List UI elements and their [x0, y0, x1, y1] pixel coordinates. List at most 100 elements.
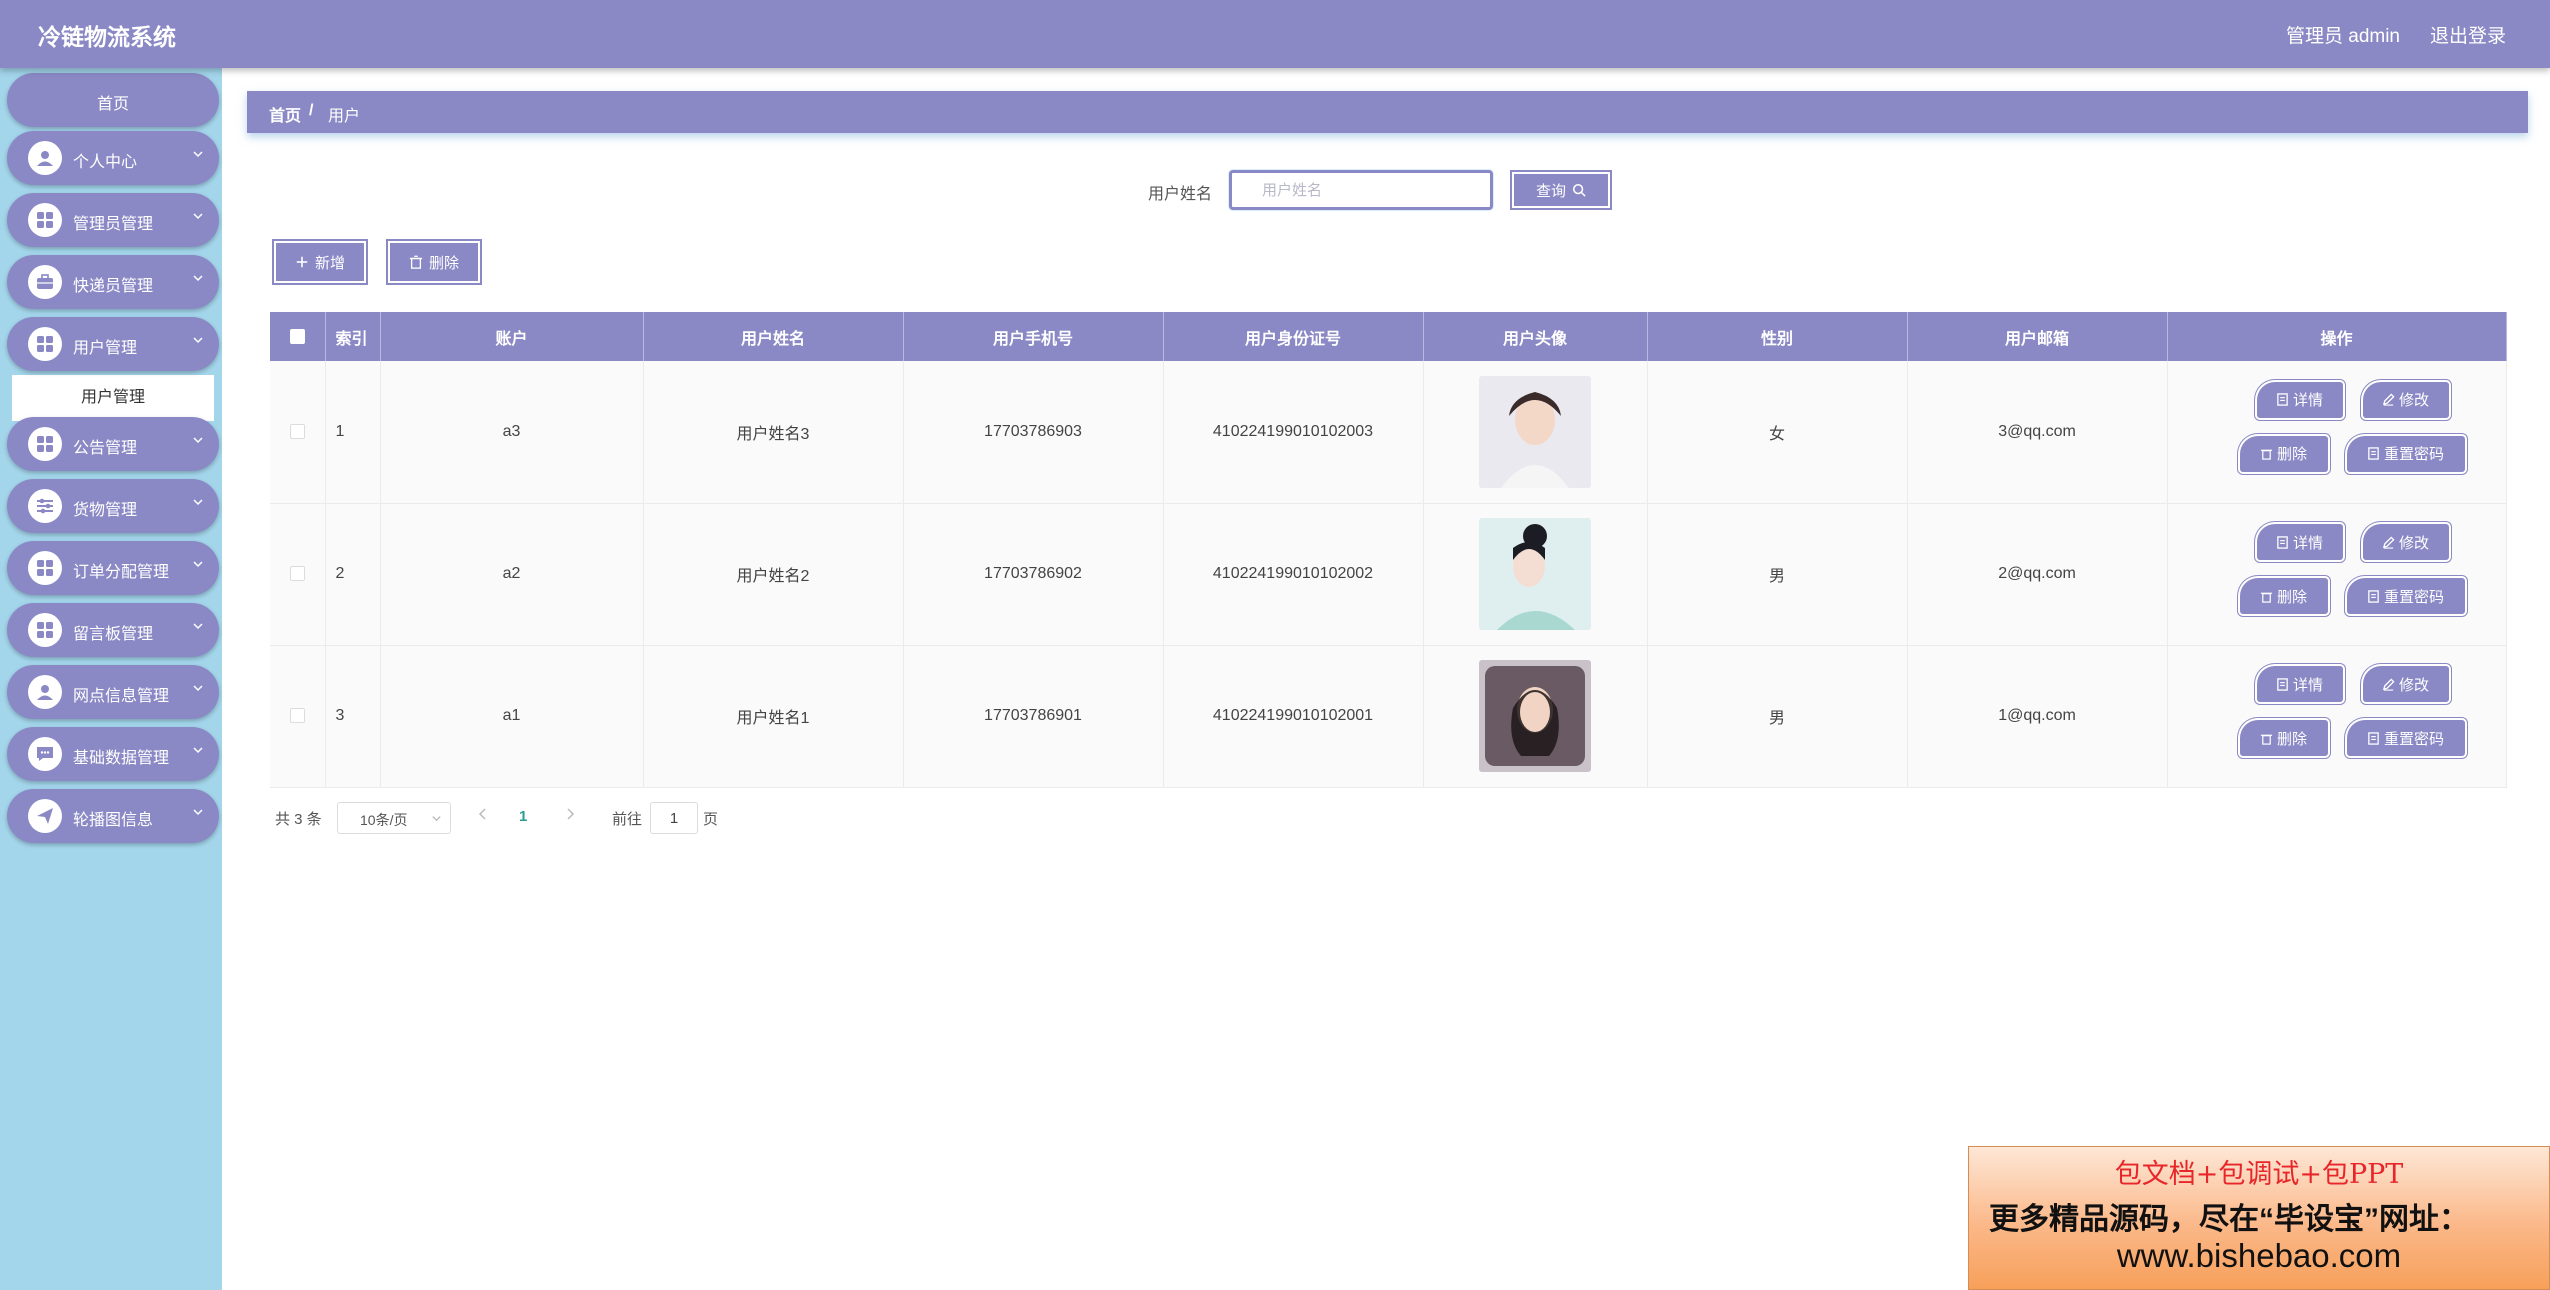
row-delete-button[interactable]: 删除 — [2239, 720, 2328, 756]
chevron-down-icon — [193, 213, 203, 220]
row-delete-button-label: 删除 — [2276, 588, 2307, 606]
table-row: 3 a1 用户姓名1 17703786901 410224199010102001 男 1@… — [270, 645, 2507, 788]
search-button-label: 查询 — [1535, 182, 1566, 200]
sidebar-item-11[interactable]: 轮播图信息 — [7, 789, 219, 843]
send-icon — [28, 799, 62, 833]
sidebar-item-home[interactable]: 首页 — [7, 73, 219, 127]
column-header: 索引 — [325, 312, 381, 361]
trash-icon — [2260, 449, 2273, 460]
chevron-down-icon — [193, 337, 203, 344]
chevron-down-icon — [193, 499, 203, 506]
top-header: 冷链物流系统 管理员 admin 退出登录 — [0, 0, 2550, 68]
submenu-item-user-management[interactable]: 用户管理 — [12, 375, 214, 421]
grid-icon — [28, 203, 62, 237]
detail-button-label: 详情 — [2292, 534, 2323, 552]
sidebar-item-label: 货物管理 — [73, 502, 138, 519]
reset-password-button[interactable]: 重置密码 — [2346, 435, 2465, 472]
delete-button[interactable]: 删除 — [386, 239, 482, 285]
sidebar-item-label: 订单分配管理 — [73, 564, 170, 581]
pencil-icon — [2382, 677, 2395, 691]
cell-account: a1 — [380, 645, 644, 788]
sidebar-item-10[interactable]: 基础数据管理 — [7, 727, 219, 781]
row-delete-button[interactable]: 删除 — [2239, 435, 2328, 472]
reset-password-button-label: 重置密码 — [2383, 730, 2444, 748]
row-delete-button[interactable]: 删除 — [2239, 578, 2328, 614]
row-delete-button-label: 删除 — [2276, 446, 2307, 464]
cell-index: 3 — [325, 645, 381, 788]
row-select-cell — [270, 361, 326, 504]
user-avatar-image — [1424, 660, 1647, 772]
detail-button[interactable]: 详情 — [2256, 524, 2343, 560]
document-icon — [2277, 677, 2288, 691]
column-header: 操作 — [2167, 312, 2507, 361]
sidebar-item-label: 个人中心 — [73, 154, 138, 171]
breadcrumb-home[interactable]: 首页 — [269, 102, 301, 126]
app-title: 冷链物流系统 — [38, 24, 176, 50]
column-header: 性别 — [1647, 312, 1908, 361]
reset-password-button[interactable]: 重置密码 — [2346, 578, 2465, 614]
sidebar-item-label: 公告管理 — [73, 440, 138, 457]
sidebar-item-6[interactable]: 货物管理 — [7, 479, 219, 533]
cell-index: 2 — [325, 503, 381, 646]
sidebar-item-label: 首页 — [96, 96, 129, 113]
cell-phone: 17703786902 — [903, 503, 1164, 646]
cell-avatar — [1423, 503, 1648, 646]
user-avatar-image — [1424, 518, 1647, 630]
detail-button[interactable]: 详情 — [2256, 666, 2343, 702]
promo-banner: 包文档+包调试+包PPT 更多精品源码，尽在“毕设宝”网址： www.bishe… — [1968, 1146, 2550, 1290]
sidebar-item-5[interactable]: 公告管理 — [7, 417, 219, 471]
logout-link[interactable]: 退出登录 — [2430, 21, 2506, 48]
next-page-icon[interactable] — [562, 806, 578, 822]
search-label: 用户姓名 — [1148, 186, 1213, 203]
cell-actions: 详情 修改 删除 重置密码 — [2167, 645, 2507, 788]
column-header: 用户手机号 — [903, 312, 1164, 361]
detail-button[interactable]: 详情 — [2256, 381, 2343, 418]
cell-account: a3 — [380, 361, 644, 504]
grid-icon — [28, 427, 62, 461]
edit-button[interactable]: 修改 — [2362, 666, 2449, 702]
page-number-current[interactable]: 1 — [519, 808, 527, 825]
row-checkbox[interactable] — [289, 566, 305, 582]
trash-icon — [2260, 592, 2273, 603]
detail-button-label: 详情 — [2292, 392, 2323, 410]
edit-button-label: 修改 — [2398, 392, 2429, 410]
admin-label: 管理员 admin — [2285, 26, 2400, 47]
search-input[interactable] — [1229, 170, 1493, 210]
chevron-down-icon — [193, 747, 203, 754]
sidebar-item-7[interactable]: 订单分配管理 — [7, 541, 219, 595]
search-button[interactable]: 查询 — [1510, 170, 1612, 210]
chevron-down-icon — [193, 151, 203, 158]
sidebar-item-4[interactable]: 用户管理 — [7, 317, 219, 371]
add-button-label: 新增 — [314, 254, 345, 272]
cell-id-card: 410224199010102003 — [1163, 361, 1424, 504]
cell-name: 用户姓名2 — [643, 503, 904, 646]
table-row: 1 a3 用户姓名3 17703786903 410224199010102003 女 3@… — [270, 361, 2507, 504]
briefcase-icon — [28, 265, 62, 299]
sidebar-item-9[interactable]: 网点信息管理 — [7, 665, 219, 719]
column-header: 用户邮箱 — [1907, 312, 2168, 361]
sidebar-item-8[interactable]: 留言板管理 — [7, 603, 219, 657]
cell-phone: 17703786903 — [903, 361, 1164, 504]
row-select-cell — [270, 645, 326, 788]
person-icon — [28, 141, 62, 175]
row-checkbox[interactable] — [289, 424, 305, 440]
row-select-cell — [270, 503, 326, 646]
edit-button[interactable]: 修改 — [2362, 524, 2449, 560]
sidebar-item-1[interactable]: 个人中心 — [7, 131, 219, 185]
reset-password-button-label: 重置密码 — [2383, 588, 2444, 606]
reset-password-button[interactable]: 重置密码 — [2346, 720, 2465, 756]
goto-page-input[interactable] — [650, 802, 698, 834]
add-button[interactable]: 新增 — [272, 239, 368, 285]
edit-button[interactable]: 修改 — [2362, 381, 2449, 418]
document-icon — [2277, 535, 2288, 549]
row-checkbox[interactable] — [289, 708, 305, 724]
sidebar-item-3[interactable]: 快递员管理 — [7, 255, 219, 309]
prev-page-icon[interactable] — [475, 806, 491, 822]
column-header: 用户姓名 — [643, 312, 904, 361]
page-size-select[interactable]: 10条/页 — [337, 802, 451, 834]
sidebar-item-2[interactable]: 管理员管理 — [7, 193, 219, 247]
breadcrumb: 首页 / 用户 — [247, 91, 2528, 133]
sidebar-item-label: 轮播图信息 — [73, 812, 154, 829]
select-all-checkbox[interactable] — [289, 328, 305, 344]
chevron-down-icon — [193, 685, 203, 692]
